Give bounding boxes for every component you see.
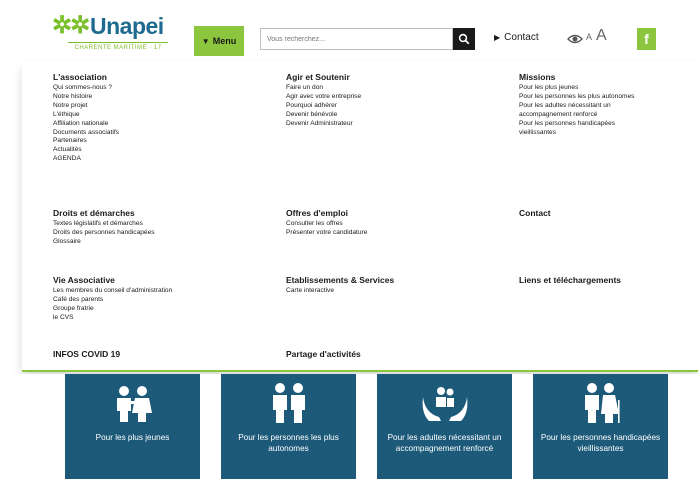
search-bar [260, 28, 475, 50]
menu-item[interactable]: Agir avec votre entreprise [286, 93, 361, 102]
menu-section-droits: Droits et démarches Textes législatifs e… [53, 208, 155, 247]
search-icon [458, 33, 470, 45]
menu-item[interactable]: Devenir Administrateur [286, 120, 361, 129]
menu-item[interactable]: Glossaire [53, 238, 155, 247]
menu-section-covid: INFOS COVID 19 [53, 349, 120, 361]
menu-item[interactable]: Notre histoire [53, 93, 119, 102]
mission-card-autonomes[interactable]: Pour les personnes les plus autonomes [221, 374, 356, 479]
menu-item[interactable]: Notre projet [53, 102, 119, 111]
menu-item[interactable]: Documents associatifs [53, 129, 119, 138]
menu-section-etablissements: Etablissements & Services Carte interact… [286, 275, 394, 296]
menu-item[interactable]: Pour les personnes handicapées [519, 120, 634, 129]
menu-item[interactable]: le CVS [53, 314, 172, 323]
unapei-logo[interactable]: ✲✲ Unapei CHARENTE MARITIME · 17 [52, 12, 170, 56]
contact-link[interactable]: ▶ Contact [494, 32, 539, 43]
mega-menu-panel: L'association Qui sommes-nous ? Notre hi… [22, 62, 698, 372]
section-title[interactable]: L'association [53, 72, 119, 83]
menu-item[interactable]: Partenaires [53, 137, 119, 146]
section-title[interactable]: Offres d'emploi [286, 208, 367, 219]
menu-item[interactable]: Présenter votre candidature [286, 229, 367, 238]
menu-section-partage: Partage d'activités [286, 349, 361, 361]
menu-item[interactable]: Les membres du conseil d'administration [53, 287, 172, 296]
menu-section-association: L'association Qui sommes-nous ? Notre hi… [53, 72, 119, 164]
care-hands-icon [377, 382, 512, 424]
menu-item[interactable]: Pour les personnes les plus autonomes [519, 93, 634, 102]
adults-icon [221, 382, 356, 424]
mission-card-accompagnement[interactable]: Pour les adultes nécessitant un accompag… [377, 374, 512, 479]
menu-button[interactable]: ▼ Menu [194, 26, 244, 56]
menu-item[interactable]: Textes législatifs et démarches [53, 220, 155, 229]
card-label: Pour les personnes handicapées vieilliss… [540, 433, 661, 453]
menu-section-liens: Liens et téléchargements [519, 275, 621, 287]
seniors-icon [533, 382, 668, 424]
search-input[interactable] [260, 28, 453, 50]
section-title[interactable]: Partage d'activités [286, 349, 361, 360]
section-title[interactable]: Liens et téléchargements [519, 275, 621, 286]
menu-item[interactable]: AGENDA [53, 155, 119, 164]
mission-card-jeunes[interactable]: Pour les plus jeunes [65, 374, 200, 479]
menu-section-vie-associative: Vie Associative Les membres du conseil d… [53, 275, 172, 323]
contact-link-label: Contact [504, 32, 539, 43]
menu-item[interactable]: Droits des personnes handicapées [53, 229, 155, 238]
arrow-right-icon: ▶ [494, 33, 501, 42]
children-icon [65, 382, 200, 424]
menu-item[interactable]: Café des parents [53, 296, 172, 305]
mission-card-vieillissantes[interactable]: Pour les personnes handicapées vieilliss… [533, 374, 668, 479]
section-title[interactable]: Vie Associative [53, 275, 172, 286]
menu-item[interactable]: Groupe fratrie [53, 305, 172, 314]
menu-item[interactable]: Faire un don [286, 84, 361, 93]
site-header: ✲✲ Unapei CHARENTE MARITIME · 17 ▼ Menu … [0, 0, 698, 62]
section-title[interactable]: Missions [519, 72, 634, 83]
section-title[interactable]: Contact [519, 208, 551, 219]
menu-item[interactable]: vieillissantes [519, 129, 634, 138]
menu-section-agir: Agir et Soutenir Faire un don Agir avec … [286, 72, 361, 129]
menu-item[interactable]: Pour les adultes nécessitant un [519, 102, 634, 111]
menu-item[interactable]: Actualités [53, 146, 119, 155]
font-increase-button[interactable]: A [596, 27, 607, 45]
menu-item[interactable]: L'éthique [53, 111, 119, 120]
logo-subtitle: CHARENTE MARITIME · 17 [68, 42, 168, 54]
menu-item[interactable]: Consulter les offres [286, 220, 367, 229]
menu-item[interactable]: Devenir bénévole [286, 111, 361, 120]
caret-down-icon: ▼ [201, 36, 210, 46]
mission-cards: Pour les plus jeunes Pour les personnes … [0, 374, 698, 479]
section-title[interactable]: INFOS COVID 19 [53, 349, 120, 360]
menu-section-missions: Missions Pour les plus jeunes Pour les p… [519, 72, 634, 137]
logo-mark-icon: ✲✲ [52, 12, 90, 39]
menu-section-offres: Offres d'emploi Consulter les offres Pré… [286, 208, 367, 238]
menu-item[interactable]: accompagnement renforcé [519, 111, 634, 120]
menu-item[interactable]: Qui sommes-nous ? [53, 84, 119, 93]
facebook-icon[interactable]: f [637, 28, 656, 50]
card-label: Pour les adultes nécessitant un accompag… [387, 433, 502, 453]
eye-icon[interactable] [567, 32, 583, 46]
menu-item[interactable]: Carte interactive [286, 287, 394, 296]
menu-item[interactable]: Pourquoi adhérer [286, 102, 361, 111]
section-title[interactable]: Etablissements & Services [286, 275, 394, 286]
section-title[interactable]: Agir et Soutenir [286, 72, 361, 83]
menu-section-contact: Contact [519, 208, 551, 220]
card-label: Pour les plus jeunes [95, 433, 170, 442]
menu-item[interactable]: Pour les plus jeunes [519, 84, 634, 93]
section-title[interactable]: Droits et démarches [53, 208, 155, 219]
search-button[interactable] [453, 28, 475, 50]
card-label: Pour les personnes les plus autonomes [238, 433, 339, 453]
menu-button-label: Menu [212, 36, 237, 46]
menu-item[interactable]: Affiliation nationale [53, 120, 119, 129]
logo-name: Unapei [90, 13, 164, 39]
font-decrease-button[interactable]: A [586, 32, 592, 42]
